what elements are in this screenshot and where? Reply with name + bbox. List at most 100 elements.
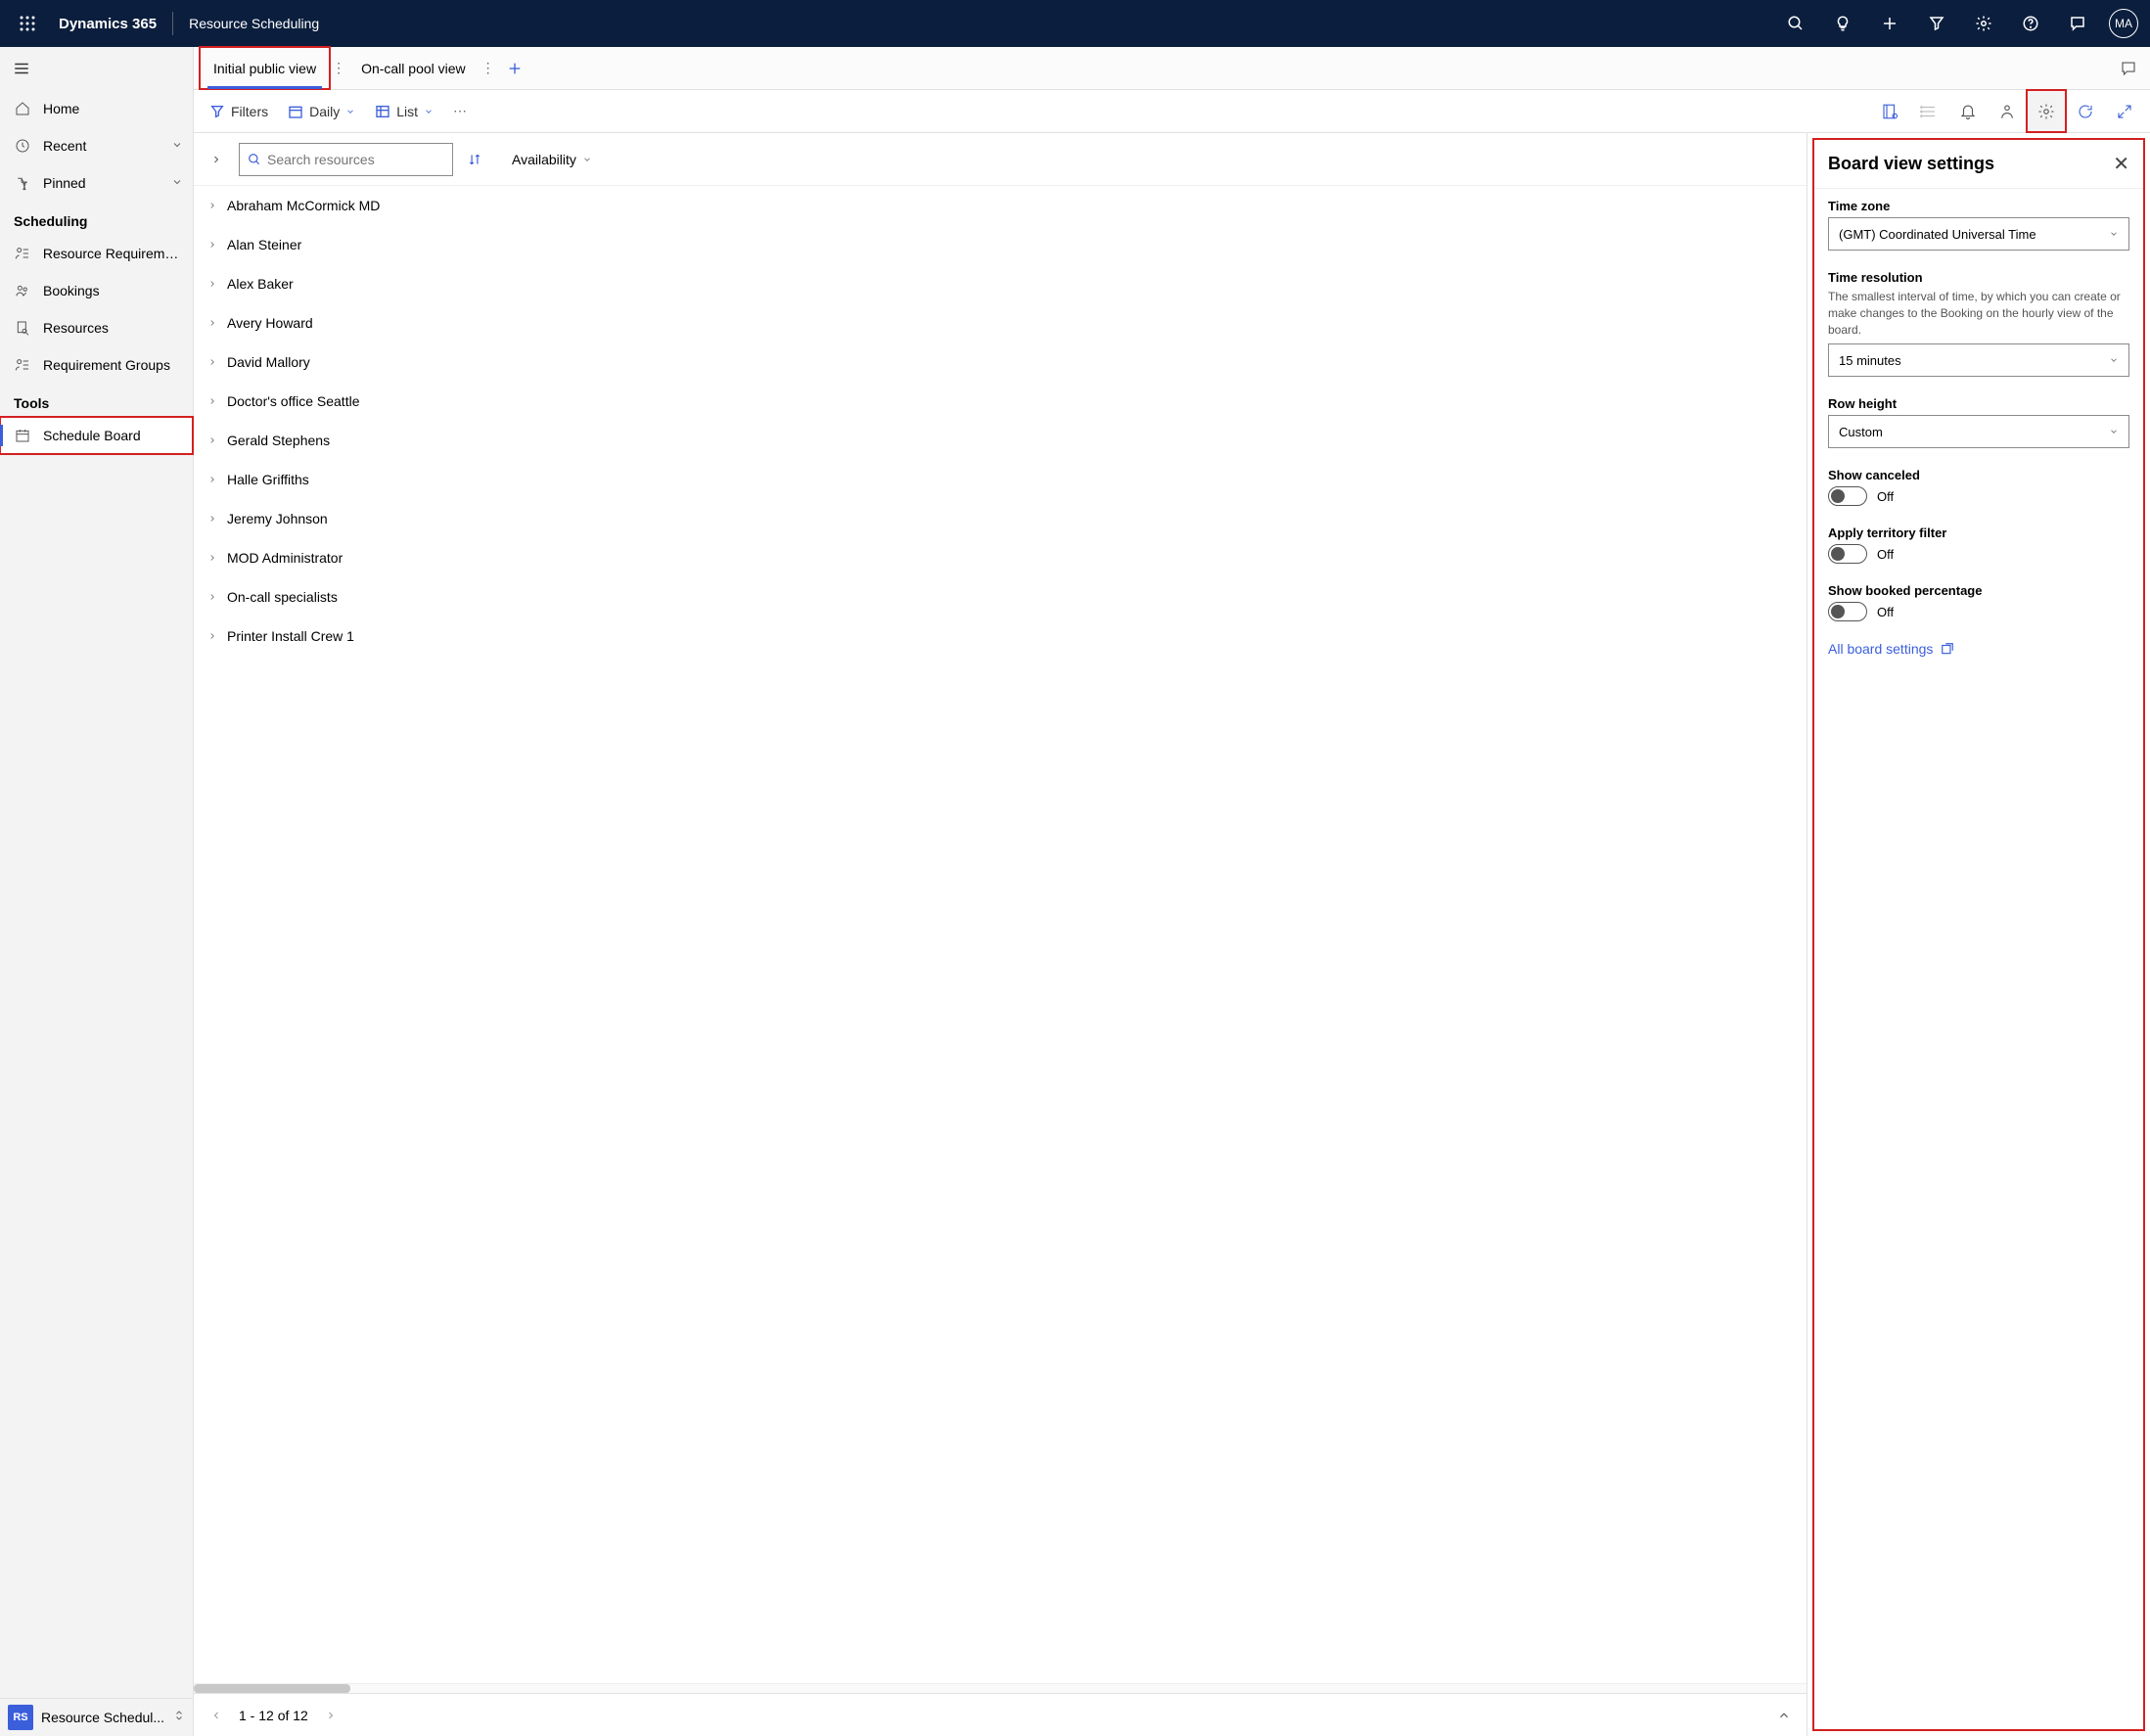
pager: 1 - 12 of 12 (194, 1693, 1807, 1736)
sort-icon[interactable] (463, 153, 486, 166)
help-icon[interactable] (2009, 2, 2052, 45)
footer-label: Resource Schedul... (41, 1710, 165, 1725)
booked-label: Show booked percentage (1828, 583, 2129, 598)
nav-resource-requirements[interactable]: Resource Requireme... (0, 235, 193, 272)
chevron-right-icon (207, 589, 217, 605)
doc-search-icon (14, 319, 31, 337)
book-icon[interactable] (1870, 90, 1909, 132)
hamburger-icon[interactable] (0, 47, 43, 90)
booked-state: Off (1877, 605, 1894, 619)
resource-list[interactable]: Abraham McCormick MD Alan Steiner Alex Bak… (194, 186, 1807, 1683)
resource-row[interactable]: David Mallory (194, 343, 1807, 382)
app-title: Resource Scheduling (177, 16, 331, 31)
chevron-down-icon (171, 138, 183, 154)
resource-row[interactable]: Printer Install Crew 1 (194, 617, 1807, 656)
all-board-settings-link[interactable]: All board settings (1828, 641, 2129, 657)
nav-section-tools: Tools (0, 384, 193, 417)
more-button[interactable]: ⋯ (443, 90, 477, 132)
resource-name: David Mallory (227, 354, 310, 370)
resource-row[interactable]: Abraham McCormick MD (194, 186, 1807, 225)
tab-initial-public-view[interactable]: Initial public view (200, 47, 330, 89)
tab-on-call-pool-view[interactable]: On-call pool view (347, 47, 480, 89)
list-details-icon[interactable] (1909, 90, 1948, 132)
resource-row[interactable]: Doctor's office Seattle (194, 382, 1807, 421)
funnel-icon[interactable] (1915, 2, 1958, 45)
chevron-right-icon (207, 315, 217, 331)
resource-row[interactable]: On-call specialists (194, 577, 1807, 617)
booked-toggle[interactable] (1828, 602, 1867, 621)
availability-dropdown[interactable]: Availability (504, 152, 600, 167)
territory-state: Off (1877, 547, 1894, 562)
search-field[interactable] (267, 152, 444, 167)
board-settings-button[interactable] (2027, 90, 2066, 132)
nav-bookings[interactable]: Bookings (0, 272, 193, 309)
list-dropdown[interactable]: List (365, 90, 443, 132)
resource-row[interactable]: Jeremy Johnson (194, 499, 1807, 538)
person-icon[interactable] (1988, 90, 2027, 132)
showcanceled-toggle[interactable] (1828, 486, 1867, 506)
nav-recent[interactable]: Recent (0, 127, 193, 164)
chat-icon[interactable] (2056, 2, 2099, 45)
sidebar: Home Recent Pinned Scheduling Resource R… (0, 47, 194, 1736)
tab-more-icon[interactable]: ⋮ (330, 60, 347, 76)
resource-row[interactable]: Alex Baker (194, 264, 1807, 303)
toolbar: Filters Daily List ⋯ (194, 90, 2150, 133)
resource-name: Halle Griffiths (227, 472, 309, 487)
timezone-select[interactable]: (GMT) Coordinated Universal Time (1828, 217, 2129, 251)
resource-pane: Availability Abraham McCormick MD Alan St… (194, 133, 1807, 1736)
close-icon[interactable]: ✕ (2113, 152, 2129, 176)
resource-row[interactable]: Halle Griffiths (194, 460, 1807, 499)
chat-icon[interactable] (2107, 60, 2150, 77)
daily-label: Daily (309, 104, 340, 119)
chevron-right-icon (207, 237, 217, 252)
resource-row[interactable]: MOD Administrator (194, 538, 1807, 577)
pager-text: 1 - 12 of 12 (239, 1708, 308, 1723)
app-launcher-icon[interactable] (8, 4, 47, 43)
search-resources-input[interactable] (239, 143, 453, 176)
rowheight-select[interactable]: Custom (1828, 415, 2129, 448)
resource-name: MOD Administrator (227, 550, 343, 566)
resource-row[interactable]: Gerald Stephens (194, 421, 1807, 460)
top-bar: Dynamics 365 Resource Scheduling MA (0, 0, 2150, 47)
nav-requirement-groups[interactable]: Requirement Groups (0, 346, 193, 384)
nav-section-scheduling: Scheduling (0, 202, 193, 235)
avatar[interactable]: MA (2109, 9, 2138, 38)
chevron-right-icon (207, 511, 217, 526)
expand-icon[interactable] (2105, 90, 2144, 132)
daily-dropdown[interactable]: Daily (278, 90, 365, 132)
territory-toggle[interactable] (1828, 544, 1867, 564)
nav-home[interactable]: Home (0, 90, 193, 127)
resource-name: Doctor's office Seattle (227, 393, 359, 409)
availability-label: Availability (512, 152, 576, 167)
pager-prev[interactable] (204, 1703, 229, 1728)
lightbulb-icon[interactable] (1821, 2, 1864, 45)
plus-icon[interactable] (1868, 2, 1911, 45)
nav-resources[interactable]: Resources (0, 309, 193, 346)
bell-icon[interactable] (1948, 90, 1988, 132)
resource-name: Gerald Stephens (227, 433, 330, 448)
tab-more-icon[interactable]: ⋮ (480, 60, 497, 76)
horizontal-scrollbar[interactable] (194, 1683, 1807, 1693)
sidebar-footer[interactable]: RS Resource Schedul... (0, 1698, 193, 1736)
people-icon (14, 282, 31, 299)
timeres-select[interactable]: 15 minutes (1828, 343, 2129, 377)
nav-label: Home (43, 101, 79, 116)
resource-row[interactable]: Alan Steiner (194, 225, 1807, 264)
pager-collapse-up[interactable] (1771, 1703, 1797, 1728)
tab-add-button[interactable] (497, 61, 532, 76)
showcanceled-label: Show canceled (1828, 468, 2129, 482)
filters-button[interactable]: Filters (200, 90, 278, 132)
nav-pinned[interactable]: Pinned (0, 164, 193, 202)
pin-icon (14, 174, 31, 192)
nav-schedule-board[interactable]: Schedule Board (0, 417, 193, 454)
nav-label: Recent (43, 138, 86, 154)
gear-icon[interactable] (1962, 2, 2005, 45)
pager-next[interactable] (318, 1703, 343, 1728)
refresh-icon[interactable] (2066, 90, 2105, 132)
resource-row[interactable]: Avery Howard (194, 303, 1807, 343)
resource-name: Alan Steiner (227, 237, 301, 252)
resource-header: Availability (194, 133, 1807, 186)
nav-label: Schedule Board (43, 428, 141, 443)
collapse-button[interactable] (204, 147, 229, 172)
search-icon[interactable] (1774, 2, 1817, 45)
